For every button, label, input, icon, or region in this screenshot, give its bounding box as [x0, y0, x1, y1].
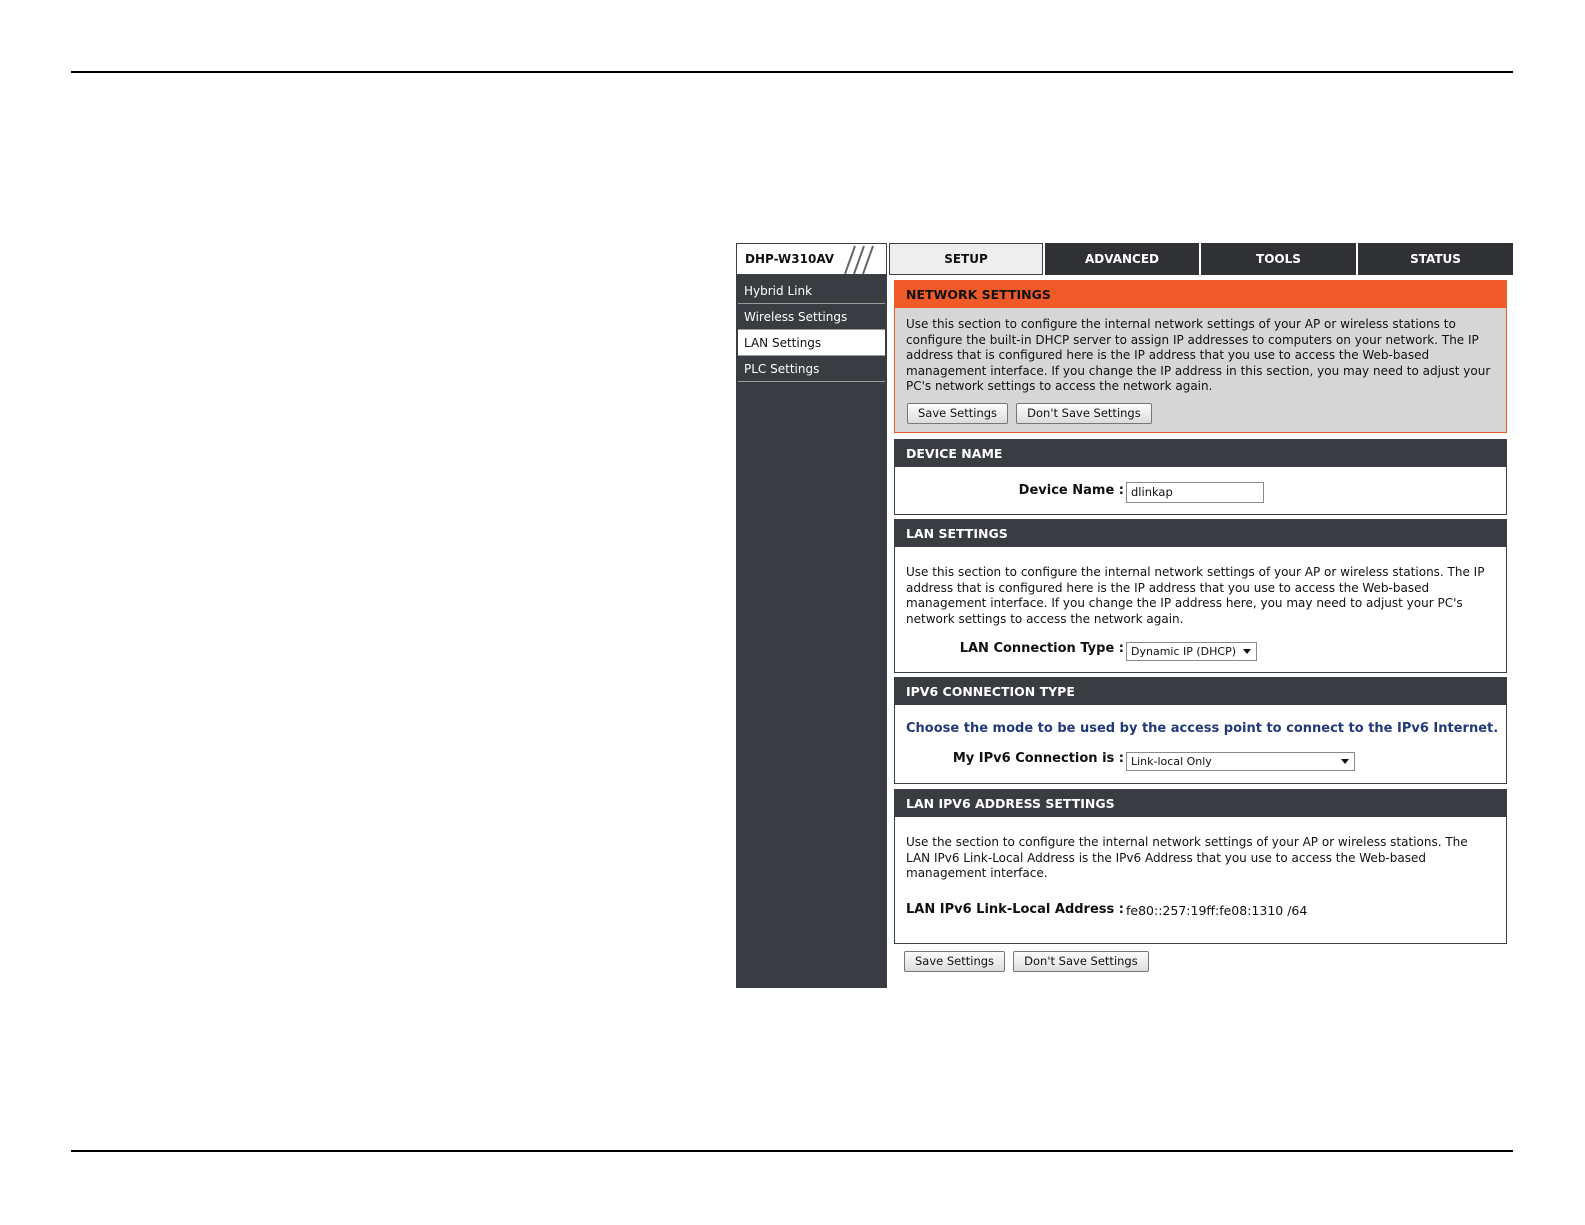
- lan-settings-description: Use this section to configure the intern…: [906, 565, 1485, 626]
- lan-connection-type-select[interactable]: Dynamic IP (DHCP): [1126, 642, 1257, 661]
- chevron-down-icon: [1243, 649, 1251, 654]
- tab-advanced-label: ADVANCED: [1084, 252, 1159, 266]
- lan-ipv6-link-local-value: fe80::257:19ff:fe08:1310 /64: [1126, 903, 1308, 918]
- save-settings-button-bottom[interactable]: Save Settings: [904, 951, 1006, 972]
- save-settings-button-top[interactable]: Save Settings: [907, 403, 1009, 424]
- top-divider: [71, 71, 1513, 73]
- network-settings-buttons: Save Settings Don't Save Settings: [907, 402, 1152, 424]
- lan-ipv6-address-description: Use the section to configure the interna…: [906, 835, 1468, 880]
- bottom-divider: [71, 1150, 1513, 1152]
- lan-ipv6-address-section: LAN IPV6 ADDRESS SETTINGS Use the sectio…: [894, 789, 1507, 944]
- lan-connection-type-value: Dynamic IP (DHCP): [1131, 645, 1237, 658]
- tab-advanced[interactable]: ADVANCED: [1045, 243, 1199, 275]
- device-name-section: DEVICE NAME Device Name : dlinkap: [894, 439, 1507, 515]
- ipv6-connection-type-title: IPV6 CONNECTION TYPE: [895, 678, 1506, 705]
- tab-status[interactable]: STATUS: [1358, 243, 1513, 275]
- network-settings-title: NETWORK SETTINGS: [895, 281, 1506, 308]
- sidebar-item-wireless-settings[interactable]: Wireless Settings: [738, 304, 885, 330]
- ipv6-connection-value: Link-local Only: [1131, 755, 1212, 768]
- tab-status-label: STATUS: [1410, 252, 1461, 266]
- lan-connection-type-label: LAN Connection Type :: [959, 641, 1124, 656]
- lan-settings-title: LAN SETTINGS: [895, 520, 1506, 547]
- ipv6-connection-type-section: IPV6 CONNECTION TYPE Choose the mode to …: [894, 677, 1507, 784]
- device-name-title: DEVICE NAME: [895, 440, 1506, 467]
- logo: DHP-W310AV: [736, 243, 887, 275]
- tab-setup[interactable]: SETUP: [889, 243, 1043, 275]
- ipv6-connection-select[interactable]: Link-local Only: [1126, 752, 1355, 771]
- ipv6-connection-prompt: Choose the mode to be used by the access…: [906, 721, 1499, 736]
- tab-setup-label: SETUP: [944, 252, 988, 266]
- bottom-buttons: Save Settings Don't Save Settings: [904, 950, 1149, 972]
- tab-tools[interactable]: TOOLS: [1201, 243, 1356, 275]
- sidebar-item-plc-settings[interactable]: PLC Settings: [738, 356, 885, 382]
- chevron-down-icon: [1341, 759, 1349, 764]
- tab-tools-label: TOOLS: [1256, 252, 1301, 266]
- ipv6-connection-label: My IPv6 Connection is :: [952, 751, 1124, 766]
- lan-ipv6-address-title: LAN IPV6 ADDRESS SETTINGS: [895, 790, 1506, 817]
- dont-save-settings-button-top[interactable]: Don't Save Settings: [1016, 403, 1152, 424]
- device-name-input[interactable]: dlinkap: [1126, 482, 1264, 503]
- network-settings-section: NETWORK SETTINGS Use this section to con…: [894, 280, 1507, 433]
- network-settings-description: Use this section to configure the intern…: [906, 317, 1491, 393]
- router-admin-panel: DHP-W310AV SETUP ADVANCED TOOLS STATUS H…: [736, 243, 1513, 988]
- sidebar-item-hybrid-link[interactable]: Hybrid Link: [738, 278, 885, 304]
- lan-ipv6-link-local-label: LAN IPv6 Link-Local Address :: [906, 902, 1124, 917]
- device-name-label: Device Name :: [1018, 483, 1124, 498]
- sidebar: Hybrid Link Wireless Settings LAN Settin…: [736, 275, 887, 988]
- sidebar-item-lan-settings[interactable]: LAN Settings: [738, 330, 885, 356]
- lan-settings-section: LAN SETTINGS Use this section to configu…: [894, 519, 1507, 673]
- main-content: NETWORK SETTINGS Use this section to con…: [887, 275, 1513, 988]
- logo-model: DHP-W310AV: [745, 252, 835, 266]
- dont-save-settings-button-bottom[interactable]: Don't Save Settings: [1013, 951, 1149, 972]
- logo-slashes-icon: [844, 245, 874, 274]
